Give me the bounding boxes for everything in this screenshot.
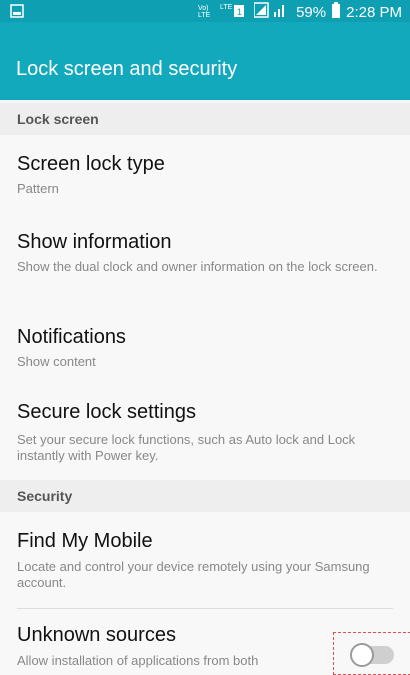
item-title: Notifications <box>17 326 126 348</box>
item-subtitle: Allow installation of applications from … <box>17 653 259 668</box>
status-bar: Vo) LTE LTE 1 59% 2:28 PM <box>0 0 410 22</box>
item-subtitle: Locate and control your device remotely … <box>17 559 370 590</box>
item-title: Screen lock type <box>17 153 165 175</box>
item-subtitle: Pattern <box>17 181 59 196</box>
section-header-security: Security <box>0 480 410 512</box>
battery-percent: 59% <box>296 3 327 21</box>
section-header-lock-screen: Lock screen <box>0 103 410 135</box>
sim-icon <box>10 4 24 22</box>
item-subtitle: Show content <box>17 354 96 369</box>
signal-icon <box>253 2 290 22</box>
item-title: Find My Mobile <box>17 530 153 552</box>
item-title: Secure lock settings <box>17 401 196 423</box>
settings-item-show-information[interactable]: Show information Show the dual clock and… <box>0 217 410 312</box>
app-bar: Lock screen and security <box>0 22 410 100</box>
item-subtitle: Show the dual clock and owner informatio… <box>17 259 378 274</box>
svg-text:Vo): Vo) <box>198 5 209 12</box>
status-icons: Vo) LTE LTE 1 59% 2:28 PM <box>198 2 402 22</box>
lte-icon: LTE 1 <box>220 2 248 22</box>
page-title: Lock screen and security <box>16 58 238 80</box>
item-title: Show information <box>17 231 172 253</box>
unknown-sources-toggle[interactable] <box>350 643 394 667</box>
battery-icon <box>332 2 341 22</box>
settings-item-find-my-mobile[interactable]: Find My Mobile Locate and control your d… <box>0 512 410 608</box>
item-subtitle: Set your secure lock functions, such as … <box>17 432 356 463</box>
settings-item-secure-lock-settings[interactable]: Secure lock settings Set your secure loc… <box>0 395 410 485</box>
svg-text:LTE: LTE <box>220 4 233 11</box>
svg-text:1: 1 <box>237 7 242 17</box>
clock: 2:28 PM <box>346 3 402 21</box>
volte-icon: Vo) LTE <box>198 2 214 22</box>
settings-item-notifications[interactable]: Notifications Show content <box>0 312 410 395</box>
toggle-knob <box>350 643 374 667</box>
item-title: Unknown sources <box>17 624 176 646</box>
settings-item-screen-lock-type[interactable]: Screen lock type Pattern <box>0 135 410 217</box>
svg-text:LTE: LTE <box>198 12 211 18</box>
unknown-sources-toggle-highlight <box>333 632 410 675</box>
